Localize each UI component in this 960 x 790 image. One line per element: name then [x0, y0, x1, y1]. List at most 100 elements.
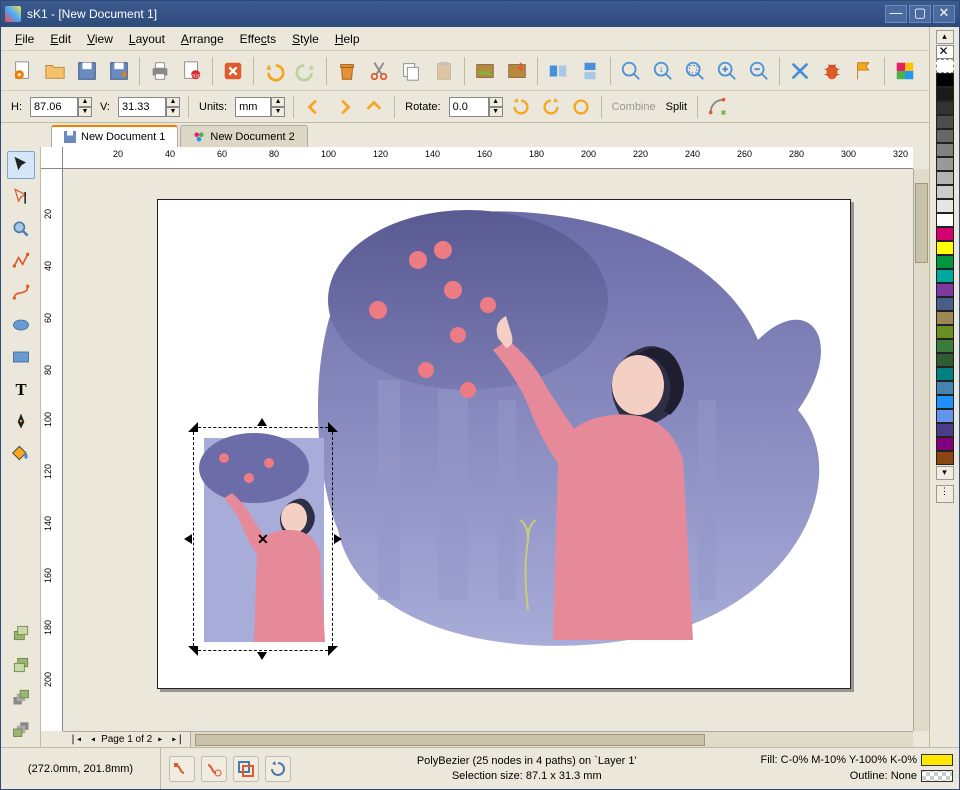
paste-button[interactable] — [430, 56, 458, 86]
layer-lower-button[interactable] — [7, 651, 35, 679]
menu-view[interactable]: View — [79, 30, 121, 48]
menu-effects[interactable]: Effects — [232, 30, 284, 48]
color-swatch[interactable] — [936, 115, 954, 129]
color-swatch[interactable] — [936, 213, 954, 227]
convert-curves-icon[interactable] — [706, 95, 730, 119]
palette-up[interactable]: ▴ — [936, 30, 954, 44]
color-swatch[interactable] — [936, 199, 954, 213]
handle-r[interactable] — [334, 534, 342, 544]
handle-tl[interactable] — [188, 422, 198, 432]
color-swatch[interactable] — [936, 129, 954, 143]
color-swatch[interactable] — [936, 381, 954, 395]
menu-arrange[interactable]: Arrange — [173, 30, 232, 48]
maximize-button[interactable]: ▢ — [909, 5, 931, 23]
rotate-180-icon[interactable] — [569, 95, 593, 119]
color-swatch[interactable] — [936, 101, 954, 115]
rectangle-tool[interactable] — [7, 343, 35, 371]
color-swatch[interactable] — [936, 241, 954, 255]
import-image-button[interactable] — [471, 56, 499, 86]
bug-button[interactable] — [818, 56, 846, 86]
arrow-right-icon[interactable] — [332, 95, 356, 119]
v-input[interactable]: ▲▼ — [118, 97, 180, 117]
registration-swatch[interactable] — [936, 59, 954, 73]
redo-button[interactable] — [292, 56, 320, 86]
color-swatch[interactable] — [936, 311, 954, 325]
page-prev[interactable]: ◂ — [87, 734, 99, 745]
color-swatch[interactable] — [936, 367, 954, 381]
color-swatch[interactable] — [936, 409, 954, 423]
new-doc-button[interactable] — [9, 56, 37, 86]
color-swatch[interactable] — [936, 297, 954, 311]
page-last[interactable]: ▸| — [168, 734, 186, 745]
color-swatch[interactable] — [936, 423, 954, 437]
flip-h-button[interactable] — [544, 56, 572, 86]
handle-tr[interactable] — [328, 422, 338, 432]
menu-file[interactable]: File — [7, 30, 42, 48]
palette-down[interactable]: ▾ — [936, 466, 954, 480]
rotate-ccw-icon[interactable] — [509, 95, 533, 119]
pen-tool[interactable] — [7, 407, 35, 435]
flag-button[interactable] — [850, 56, 878, 86]
color-swatch[interactable] — [936, 269, 954, 283]
zoom-sel-button[interactable] — [681, 56, 709, 86]
zoom-tool[interactable] — [7, 215, 35, 243]
selection-center[interactable]: ✕ — [257, 531, 269, 548]
selection-tool[interactable] — [7, 151, 35, 179]
polyline-tool[interactable] — [7, 247, 35, 275]
color-swatch[interactable] — [936, 185, 954, 199]
menu-help[interactable]: Help — [327, 30, 368, 48]
handle-bl[interactable] — [188, 646, 198, 656]
color-swatch[interactable] — [936, 157, 954, 171]
x-button[interactable] — [786, 56, 814, 86]
color-swatch[interactable] — [936, 451, 954, 465]
arrow-left-icon[interactable] — [302, 95, 326, 119]
ellipse-tool[interactable] — [7, 311, 35, 339]
flip-v-button[interactable] — [576, 56, 604, 86]
zoom-fit-button[interactable] — [617, 56, 645, 86]
color-swatch[interactable] — [936, 143, 954, 157]
handle-br[interactable] — [328, 646, 338, 656]
tab-doc2[interactable]: New Document 2 — [180, 125, 307, 147]
open-button[interactable] — [41, 56, 69, 86]
minimize-button[interactable]: — — [885, 5, 907, 23]
rotate-cw-icon[interactable] — [539, 95, 563, 119]
canvas[interactable]: ✕ — [63, 169, 913, 731]
rotate-input[interactable]: ▲▼ — [449, 97, 503, 117]
no-fill-swatch[interactable] — [936, 45, 954, 59]
cut-button[interactable] — [365, 56, 393, 86]
units-select[interactable]: ▲▼ — [235, 97, 285, 117]
print-button[interactable] — [146, 56, 174, 86]
menu-style[interactable]: Style — [284, 30, 327, 48]
snap-grid-button[interactable] — [169, 756, 195, 782]
horizontal-scrollbar[interactable]: |◂ ◂ Page 1 of 2 ▸ ▸| — [63, 731, 913, 747]
refresh-button[interactable] — [265, 756, 291, 782]
color-button[interactable] — [891, 56, 919, 86]
undo-button[interactable] — [260, 56, 288, 86]
h-input[interactable]: ▲▼ — [30, 97, 92, 117]
color-swatch[interactable] — [936, 353, 954, 367]
zoom-in-button[interactable] — [713, 56, 741, 86]
vertical-scrollbar[interactable] — [913, 169, 929, 731]
page-next[interactable]: ▸ — [154, 734, 166, 745]
layer-raise-button[interactable] — [7, 619, 35, 647]
menu-layout[interactable]: Layout — [121, 30, 173, 48]
layer-bottom-button[interactable] — [7, 715, 35, 743]
fill-tool[interactable] — [7, 439, 35, 467]
zoom-out-button[interactable] — [745, 56, 773, 86]
zoom-100-button[interactable]: 1 — [649, 56, 677, 86]
bezier-tool[interactable] — [7, 279, 35, 307]
save-as-button[interactable] — [105, 56, 133, 86]
close-doc-button[interactable] — [219, 56, 247, 86]
layer-top-button[interactable] — [7, 683, 35, 711]
handle-t[interactable] — [257, 418, 267, 426]
color-swatch[interactable] — [936, 283, 954, 297]
snap-guides-button[interactable] — [201, 756, 227, 782]
text-tool[interactable]: T — [7, 375, 35, 403]
palette-menu[interactable]: ⋮ — [936, 485, 954, 503]
node-edit-tool[interactable] — [7, 183, 35, 211]
copy-button[interactable] — [397, 56, 425, 86]
selection-box[interactable]: ✕ — [193, 427, 333, 651]
handle-l[interactable] — [184, 534, 192, 544]
export-pdf-button[interactable]: PDF — [178, 56, 206, 86]
handle-b[interactable] — [257, 652, 267, 660]
